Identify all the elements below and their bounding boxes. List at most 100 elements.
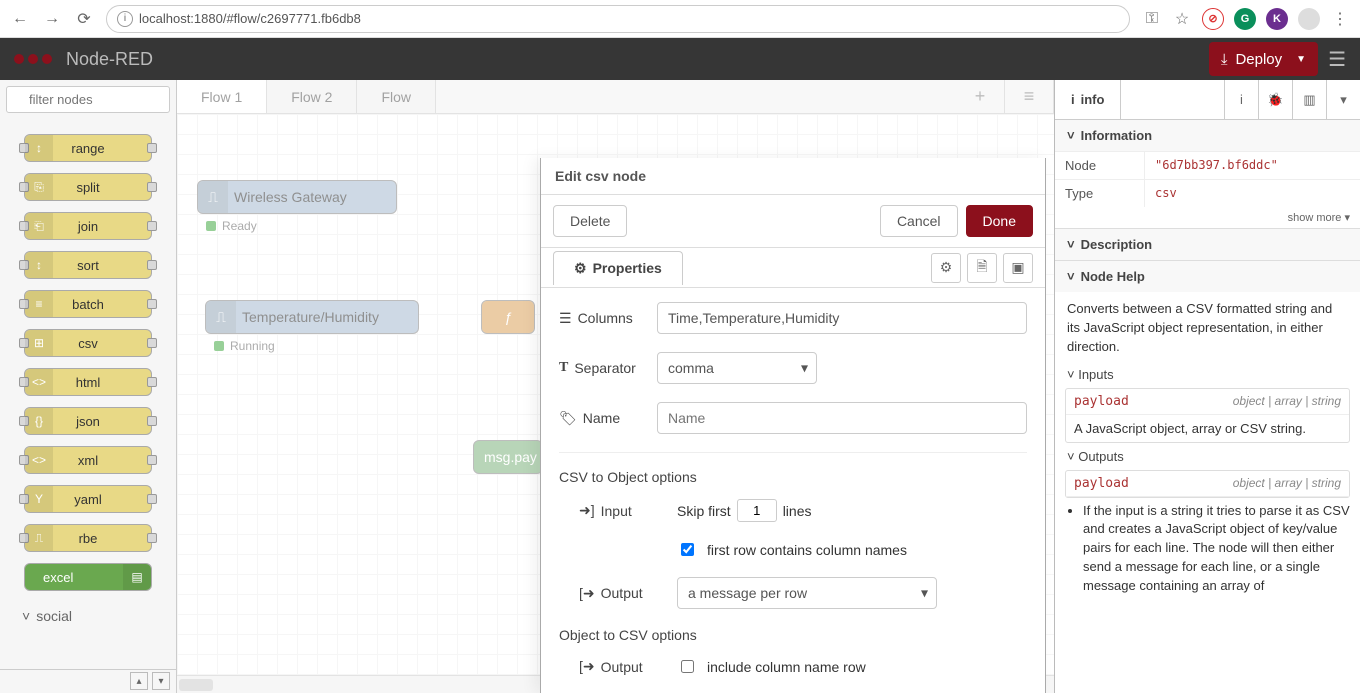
csv-icon: ⊞ [25,330,53,356]
add-flow-button[interactable]: + [956,80,1005,113]
back-icon[interactable]: ← [10,9,30,29]
list-icon: ☰ [559,310,572,327]
kebab-icon[interactable]: ⋮ [1330,9,1350,29]
node-info-icon[interactable]: 🗎 [967,253,997,283]
tab-flow-3[interactable]: Flow [357,80,436,113]
output-mode-select[interactable]: a message per row [677,577,937,609]
columns-input[interactable] [657,302,1027,334]
chevron-down-icon: ˅ [1067,128,1075,143]
csv-to-object-heading: CSV to Object options [559,469,1027,485]
forward-icon[interactable]: → [42,9,62,29]
palette-expand-icon[interactable]: ▾ [152,672,170,690]
first-row-checkbox[interactable] [681,543,694,556]
sidebar-chart-icon[interactable]: ▥ [1292,80,1326,119]
key-icon[interactable]: ⚿ [1142,9,1162,29]
node-wireless-gateway[interactable]: ⎍ Wireless Gateway Ready [197,180,397,214]
node-debug[interactable]: msg.pay [473,440,543,474]
sidebar-info-icon[interactable]: i [1224,80,1258,119]
palette-node-yaml[interactable]: Yyaml [24,485,152,513]
info-row-node: Node"6d7bb397.bf6ddc" [1055,151,1360,179]
node-settings-icon[interactable]: ⚙ [931,253,961,283]
palette-node-excel[interactable]: excel▤ [24,563,152,591]
section-node-help[interactable]: ˅Node Help [1055,261,1360,292]
chevron-down-icon: ˅ [1067,269,1075,284]
done-button[interactable]: Done [966,205,1033,237]
main-menu-icon[interactable]: ☰ [1328,47,1346,72]
flow-list-button[interactable]: ≡ [1005,80,1054,113]
inputs-box: payloadobject | array | string A JavaScr… [1065,388,1350,443]
name-input[interactable] [657,402,1027,434]
inputs-heading: ˅ Inputs [1055,365,1360,384]
sidebar-debug-icon[interactable]: 🐞 [1258,80,1292,119]
palette-footer: ▴ ▾ [0,669,176,693]
node-temperature-humidity[interactable]: ⎍ Temperature/Humidity Running [205,300,419,334]
ext-icon-3[interactable]: K [1266,8,1288,30]
section-description[interactable]: ˅Description [1055,229,1360,260]
palette-node-json[interactable]: {}json [24,407,152,435]
tab-properties[interactable]: ⚙Properties [553,251,683,285]
palette-node-csv[interactable]: ⊞csv [24,329,152,357]
batch-icon: ≡ [25,291,53,317]
deploy-caret-icon[interactable]: ▼ [1296,54,1306,65]
palette-node-xml[interactable]: <>xml [24,446,152,474]
browser-toolbar: ← → ⟳ i localhost:1880/#flow/c2697771.fb… [0,0,1360,38]
name-label: 🏷Name [559,410,647,427]
skip-lines-input[interactable] [737,499,777,522]
cancel-button[interactable]: Cancel [880,205,958,237]
show-more-link[interactable]: show more ▾ [1055,207,1360,228]
deploy-button[interactable]: ⤓ Deploy ▼ [1209,42,1318,76]
function-icon: ƒ [482,301,534,333]
node-appearance-icon[interactable]: ▣ [1003,253,1033,283]
arrow-out-icon: [➜ [579,658,595,675]
tab-flow-2[interactable]: Flow 2 [267,80,357,113]
sidebar-tab-info[interactable]: iinfo [1055,80,1121,119]
palette-node-join[interactable]: ⎗join [24,212,152,240]
palette-node-range[interactable]: ↕range [24,134,152,162]
include-header-checkbox[interactable] [681,660,694,673]
outputs-box: payloadobject | array | string [1065,470,1350,498]
deploy-label: Deploy [1235,51,1282,68]
palette-collapse-icon[interactable]: ▴ [130,672,148,690]
reload-icon[interactable]: ⟳ [74,9,94,29]
section-information[interactable]: ˅Information [1055,120,1360,151]
ext-icon-2[interactable]: G [1234,8,1256,30]
gear-icon: ⚙ [574,260,587,277]
range-icon: ↕ [25,135,53,161]
palette-category-social[interactable]: ˅social [10,602,166,630]
profile-icon[interactable] [1298,8,1320,30]
url-bar[interactable]: i localhost:1880/#flow/c2697771.fb6db8 [106,5,1130,33]
include-header-label: include column name row [707,659,866,675]
info-row-type: Typecsv [1055,179,1360,207]
tag-icon: 🏷 [559,410,577,427]
sidebar-more-icon[interactable]: ▾ [1326,80,1360,119]
sidebar: iinfo i 🐞 ▥ ▾ ˅Information Node"6d7bb397… [1054,80,1360,693]
excel-icon: ▤ [123,564,151,590]
join-icon: ⎗ [25,213,53,239]
palette-node-sort[interactable]: ↕sort [24,251,152,279]
palette-node-html[interactable]: <>html [24,368,152,396]
delete-button[interactable]: Delete [553,205,627,237]
node-function[interactable]: ƒ [481,300,535,334]
palette-node-split[interactable]: ⎘split [24,173,152,201]
filter-nodes-input[interactable] [6,86,170,113]
columns-label: ☰Columns [559,310,647,327]
star-icon[interactable]: ☆ [1172,9,1192,29]
tab-flow-1[interactable]: Flow 1 [177,80,267,113]
gateway-icon: ⎍ [198,181,228,213]
first-row-label: first row contains column names [707,542,907,558]
app-header: Node-RED ⤓ Deploy ▼ ☰ [0,38,1360,80]
output2-label: [➜Output [579,658,667,675]
flow-tabs: Flow 1 Flow 2 Flow + ≡ [177,80,1054,114]
arrow-out-icon: [➜ [579,585,595,602]
site-info-icon[interactable]: i [117,11,133,27]
palette-node-rbe[interactable]: ⎍rbe [24,524,152,552]
rbe-icon: ⎍ [25,525,53,551]
edit-node-dialog: Edit csv node Delete Cancel Done ⚙Proper… [540,158,1046,693]
ext-icon-1[interactable]: ⊘ [1202,8,1224,30]
separator-select[interactable]: comma [657,352,817,384]
help-summary: Converts between a CSV formatted string … [1055,292,1360,365]
json-icon: {} [25,408,53,434]
palette-node-batch[interactable]: ≡batch [24,290,152,318]
outputs-heading: ˅ Outputs [1055,447,1360,466]
sensor-icon: ⎍ [206,301,236,333]
